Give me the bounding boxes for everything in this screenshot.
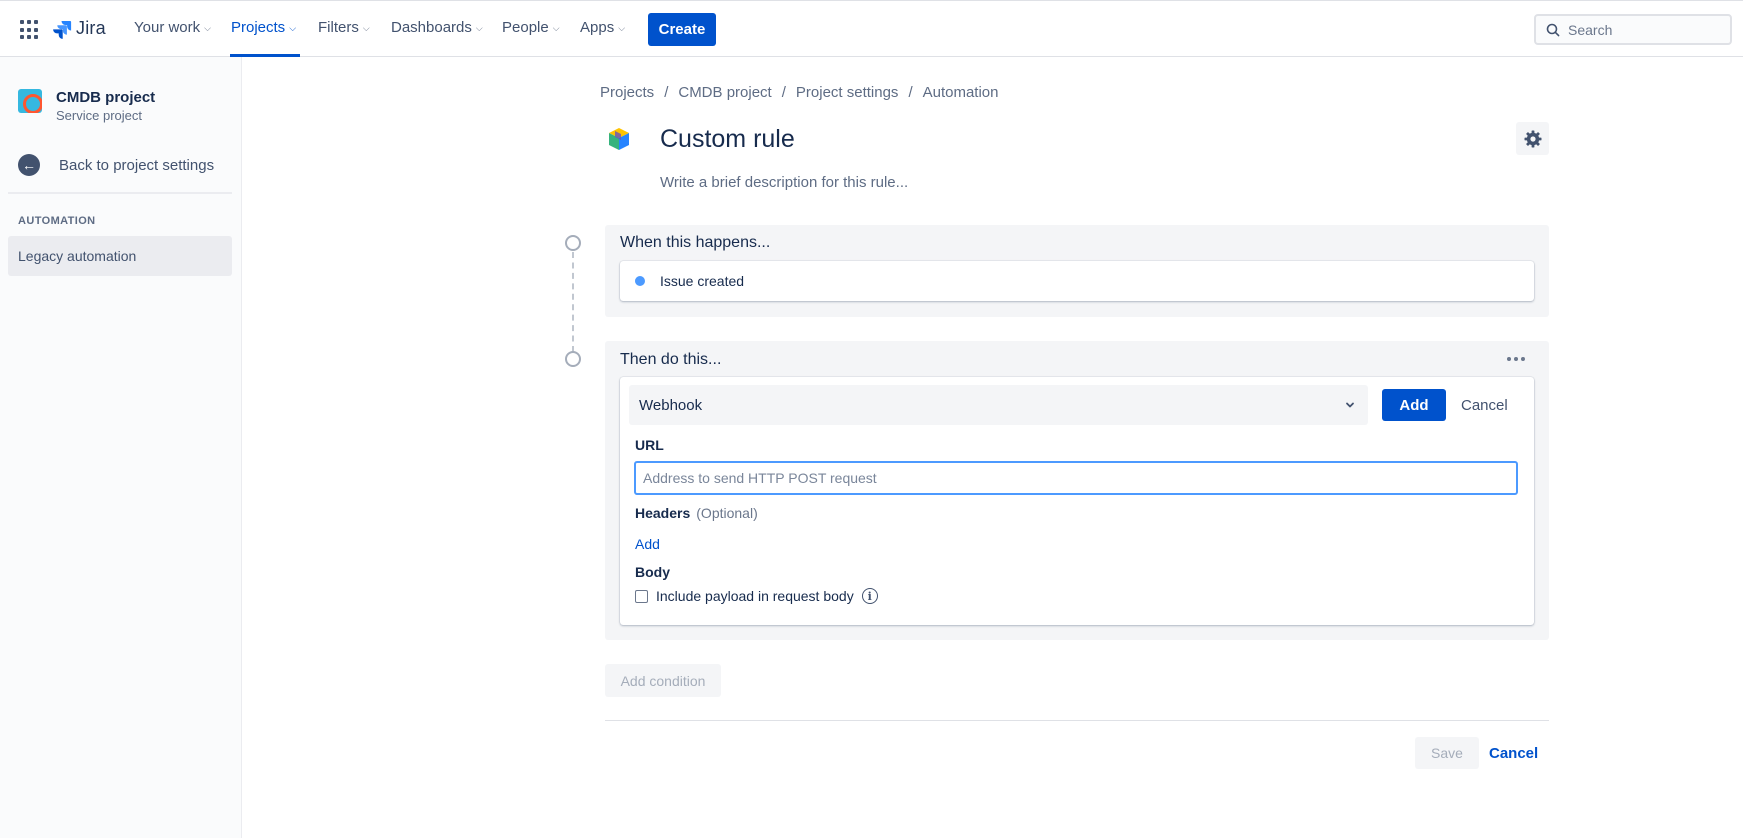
trigger-item[interactable]: Issue created — [620, 261, 1534, 301]
jira-logo[interactable]: Jira — [52, 18, 106, 39]
timeline-node-action — [565, 351, 581, 367]
action-panel: Then do this... Webhook Add Cancel URL H… — [605, 341, 1549, 640]
trigger-panel: When this happens... Issue created — [605, 225, 1549, 317]
cancel-button[interactable]: Cancel — [1489, 737, 1538, 769]
back-label: Back to project settings — [59, 156, 215, 174]
action-card: Webhook Add Cancel URL Headers (Optional)… — [620, 377, 1534, 625]
include-payload-checkbox[interactable] — [635, 589, 648, 603]
url-label: URL — [635, 437, 664, 453]
breadcrumb-automation[interactable]: Automation — [923, 84, 999, 101]
arrow-left-icon: ← — [18, 154, 40, 176]
action-type-value: Webhook — [639, 396, 703, 414]
nav-label: Apps — [580, 19, 615, 36]
breadcrumb-separator: / — [664, 84, 669, 101]
include-payload-label[interactable]: Include payload in request body — [656, 588, 854, 604]
nav-label: Filters — [318, 19, 359, 36]
save-button[interactable]: Save — [1415, 737, 1479, 769]
headers-optional: (Optional) — [696, 505, 758, 521]
add-condition-button[interactable]: Add condition — [605, 664, 721, 697]
sidebar-section-title: AUTOMATION — [18, 215, 96, 227]
jira-logo-text: Jira — [76, 18, 106, 38]
nav-dashboards[interactable]: Dashboards ⌵ — [391, 19, 483, 36]
chevron-down-icon: ⌵ — [289, 23, 297, 33]
search-placeholder: Search — [1568, 21, 1613, 38]
sidebar-divider — [8, 192, 232, 194]
sidebar-item-legacy-automation[interactable]: Legacy automation — [8, 236, 232, 276]
project-type: Service project — [56, 108, 142, 123]
info-icon[interactable]: i — [861, 588, 878, 604]
payload-checkbox-row: Include payload in request body i — [635, 588, 878, 604]
chevron-down-icon: ⌵ — [552, 23, 560, 33]
back-to-project-settings[interactable]: ← Back to project settings — [18, 154, 214, 176]
nav-label: Projects — [231, 19, 286, 36]
page-title[interactable]: Custom rule — [660, 125, 795, 154]
headers-label-text: Headers — [635, 505, 691, 521]
nav-filters[interactable]: Filters ⌵ — [318, 19, 370, 36]
add-header-link[interactable]: Add — [635, 536, 660, 552]
trigger-dot-icon — [635, 276, 645, 286]
chevron-down-icon: ⌵ — [475, 23, 483, 33]
action-type-select[interactable]: Webhook — [629, 385, 1368, 425]
breadcrumb-separator: / — [908, 84, 913, 101]
timeline-node-trigger — [565, 235, 581, 251]
create-button[interactable]: Create — [648, 13, 716, 46]
search-input[interactable]: Search — [1534, 14, 1732, 45]
cancel-action-button[interactable]: Cancel — [1461, 389, 1508, 421]
top-navigation: Jira Your work ⌵ Projects ⌵ Filters ⌵ Dashb… — [0, 0, 1743, 57]
project-avatar — [18, 89, 42, 113]
chevron-down-icon: ⌵ — [362, 23, 370, 33]
gear-icon — [1524, 130, 1541, 147]
sidebar-item-label: Legacy automation — [18, 248, 137, 264]
trigger-heading: When this happens... — [620, 234, 771, 251]
trigger-item-label: Issue created — [660, 273, 745, 289]
footer-divider — [605, 720, 1549, 721]
nav-apps[interactable]: Apps ⌵ — [580, 19, 625, 36]
nav-label: People — [502, 19, 549, 36]
breadcrumb-project-settings[interactable]: Project settings — [796, 84, 899, 101]
breadcrumb: Projects / CMDB project / Project settin… — [600, 84, 999, 101]
headers-label: Headers (Optional) — [635, 505, 758, 521]
action-heading: Then do this... — [620, 351, 722, 368]
sidebar: CMDB project Service project ← Back to p… — [0, 57, 242, 838]
search-icon — [1546, 23, 1560, 36]
jira-logo-icon — [53, 20, 72, 39]
breadcrumb-cmdb-project[interactable]: CMDB project — [678, 84, 771, 101]
chevron-down-icon: ⌵ — [204, 23, 211, 33]
chevron-down-icon — [1346, 402, 1354, 408]
project-name: CMDB project — [56, 89, 156, 106]
rule-settings-button[interactable] — [1516, 122, 1549, 155]
nav-label: Dashboards — [391, 19, 472, 36]
nav-people[interactable]: People ⌵ — [502, 19, 560, 36]
nav-label: Your work — [134, 19, 201, 36]
body-label: Body — [635, 564, 670, 580]
nav-projects[interactable]: Projects ⌵ — [231, 19, 296, 36]
project-header[interactable]: CMDB project Service project — [18, 89, 155, 125]
breadcrumb-projects[interactable]: Projects — [600, 84, 654, 101]
breadcrumb-separator: / — [781, 84, 786, 101]
add-action-button[interactable]: Add — [1382, 389, 1446, 421]
app-switcher-icon[interactable] — [20, 20, 40, 40]
rule-cube-icon — [609, 128, 629, 150]
timeline-connector — [572, 252, 574, 352]
chevron-down-icon: ⌵ — [618, 23, 626, 33]
more-options-icon[interactable] — [1507, 357, 1525, 361]
url-input[interactable] — [634, 461, 1518, 495]
nav-your-work[interactable]: Your work ⌵ — [134, 19, 211, 36]
rule-description[interactable]: Write a brief description for this rule.… — [660, 174, 908, 191]
